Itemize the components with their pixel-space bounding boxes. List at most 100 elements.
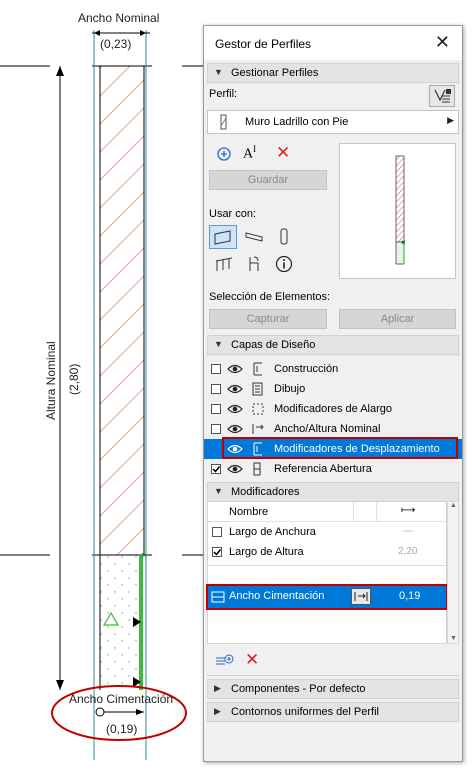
scroll-up-icon[interactable]: ▲ <box>450 502 457 509</box>
profile-settings-icon <box>434 89 451 103</box>
section-label: Componentes - Por defecto <box>231 683 366 695</box>
profile-name: Muro Ladrillo con Pie <box>245 116 349 128</box>
use-with-label: Usar con: <box>209 208 257 220</box>
modifier-checkbox[interactable] <box>212 527 222 537</box>
side-dimension-value: (2,80) <box>67 364 81 395</box>
modifiers-header: Nombre ⟼ <box>208 502 446 522</box>
hotspot-cross-icon[interactable]: × <box>141 550 147 562</box>
table-row[interactable]: Largo de Altura 2,20 <box>208 542 446 562</box>
panel-title: Gestor de Perfiles <box>215 37 312 51</box>
expand-arrow-icon: ▶ <box>214 683 221 693</box>
layer-row[interactable]: Modificadores de Alargo <box>204 399 462 419</box>
modifier-value: --- <box>403 526 413 537</box>
profile-drawing-canvas[interactable]: Ancho Nominal (0,23) Altura Nominal (2,8… <box>0 0 210 770</box>
section-modifiers[interactable]: ▼ Modificadores <box>207 482 459 502</box>
layer-checkbox[interactable] <box>211 364 221 374</box>
eye-icon[interactable] <box>227 382 243 399</box>
section-label: Gestionar Perfiles <box>231 67 319 79</box>
top-dimension-arrow-left <box>94 30 100 36</box>
chevron-right-icon: ▶ <box>447 115 454 125</box>
eye-icon[interactable] <box>227 402 243 419</box>
wall-tool-icon <box>214 230 231 245</box>
rename-icon[interactable]: AI <box>243 144 256 163</box>
section-components[interactable]: ▶ Componentes - Por defecto <box>207 679 459 699</box>
layer-checkbox[interactable] <box>211 404 221 414</box>
modifier-checkbox[interactable] <box>212 547 222 557</box>
svg-text:×: × <box>401 238 406 247</box>
section-contours[interactable]: ▶ Contornos uniformes del Perfil <box>207 702 459 722</box>
table-row[interactable]: Largo de Anchura --- <box>208 522 446 542</box>
bottom-dimension-arrow <box>136 709 144 715</box>
stretch-modifier-icon <box>250 401 266 420</box>
section-design-layers[interactable]: ▼ Capas de Diseño <box>207 335 459 355</box>
eye-icon[interactable] <box>227 462 243 479</box>
offset-edit-icon <box>354 592 368 601</box>
modifiers-table: Nombre ⟼ Largo de Anchura --- Largo de A… <box>206 501 448 644</box>
opening-reference-icon <box>250 461 266 480</box>
column-header-name: Nombre <box>229 506 269 518</box>
side-dimension-arrow-bottom <box>56 680 64 690</box>
profile-manager-panel: Gestor de Perfiles ✕ ▼ Gestionar Perfile… <box>203 25 463 762</box>
add-modifier-icon[interactable] <box>215 653 235 669</box>
modifiers-scrollbar[interactable]: ▲ ▼ <box>447 501 459 644</box>
layer-row[interactable]: Ancho/Altura Nominal <box>204 419 462 439</box>
offset-modifier-icon <box>211 591 225 603</box>
preview-drawing: × <box>395 155 406 265</box>
add-circle-icon <box>217 147 231 161</box>
layer-checkbox[interactable] <box>211 424 221 434</box>
scroll-down-icon[interactable]: ▼ <box>450 635 457 642</box>
top-dimension-label: Ancho Nominal <box>78 11 159 25</box>
wall-tool-button[interactable] <box>209 225 237 249</box>
wall-profile-icon <box>220 114 227 130</box>
save-button[interactable]: Guardar <box>209 170 327 190</box>
beam-tool-icon[interactable] <box>244 228 266 246</box>
side-dimension-label: Altura Nominal <box>44 341 58 420</box>
profile-selector[interactable]: Muro Ladrillo con Pie ▶ <box>207 110 459 134</box>
layer-label: Ancho/Altura Nominal <box>274 423 381 435</box>
layer-checkbox[interactable] <box>211 464 221 474</box>
section-manage-profiles[interactable]: ▼ Gestionar Perfiles <box>207 63 459 83</box>
apply-button[interactable]: Aplicar <box>339 309 456 329</box>
eye-icon[interactable] <box>227 362 243 379</box>
drawing-layer-icon <box>250 381 266 400</box>
selected-modifier-value: 0,19 <box>399 590 421 602</box>
side-dimension-arrow-top <box>56 66 64 76</box>
construction-layer-icon <box>250 361 266 380</box>
modifier-edit-button[interactable] <box>351 588 371 605</box>
close-icon[interactable]: ✕ <box>435 32 450 53</box>
layer-row[interactable]: Construcción <box>204 359 462 379</box>
layer-checkbox[interactable] <box>211 384 221 394</box>
delete-icon[interactable]: ✕ <box>276 143 290 163</box>
section-label: Contornos uniformes del Perfil <box>231 706 379 718</box>
object-tool-icon[interactable] <box>246 254 262 274</box>
expand-arrow-icon: ▶ <box>214 706 221 716</box>
column-tool-icon[interactable] <box>278 227 290 247</box>
collapse-arrow-icon: ▼ <box>214 339 223 349</box>
capture-button[interactable]: Capturar <box>209 309 327 329</box>
bottom-dimension-origin-icon <box>95 707 105 717</box>
wall-hatch-area <box>100 66 144 555</box>
section-label: Capas de Diseño <box>231 339 316 351</box>
bottom-dimension-label: Ancho Cimentación <box>69 692 173 706</box>
delete-modifier-icon[interactable]: ✕ <box>245 650 259 670</box>
width-column-icon: ⟼ <box>401 505 416 516</box>
profile-preview: × <box>339 143 456 279</box>
selected-modifier-name: Ancho Cimentación <box>229 590 325 602</box>
layer-row[interactable]: Dibujo <box>204 379 462 399</box>
layer-row[interactable]: Referencia Abertura <box>204 459 462 479</box>
add-profile-button[interactable] <box>216 146 232 165</box>
modifier-name: Largo de Altura <box>229 546 304 558</box>
layer-label: Construcción <box>274 363 339 375</box>
profile-settings-button[interactable] <box>429 85 455 107</box>
info-icon[interactable] <box>275 255 293 273</box>
layer-label: Modificadores de Alargo <box>274 403 393 415</box>
collapse-arrow-icon: ▼ <box>214 67 223 77</box>
layer-label: Referencia Abertura <box>274 463 372 475</box>
collapse-arrow-icon: ▼ <box>214 486 223 496</box>
selected-modifier-row[interactable]: Ancho Cimentación 0,19 <box>206 584 448 610</box>
element-selection-label: Selección de Elementos: <box>209 291 331 303</box>
layer-label: Dibujo <box>274 383 306 395</box>
top-dimension-arrow-right <box>140 30 146 36</box>
bottom-dimension-value: (0,19) <box>106 722 137 736</box>
railing-tool-icon[interactable] <box>214 255 234 273</box>
